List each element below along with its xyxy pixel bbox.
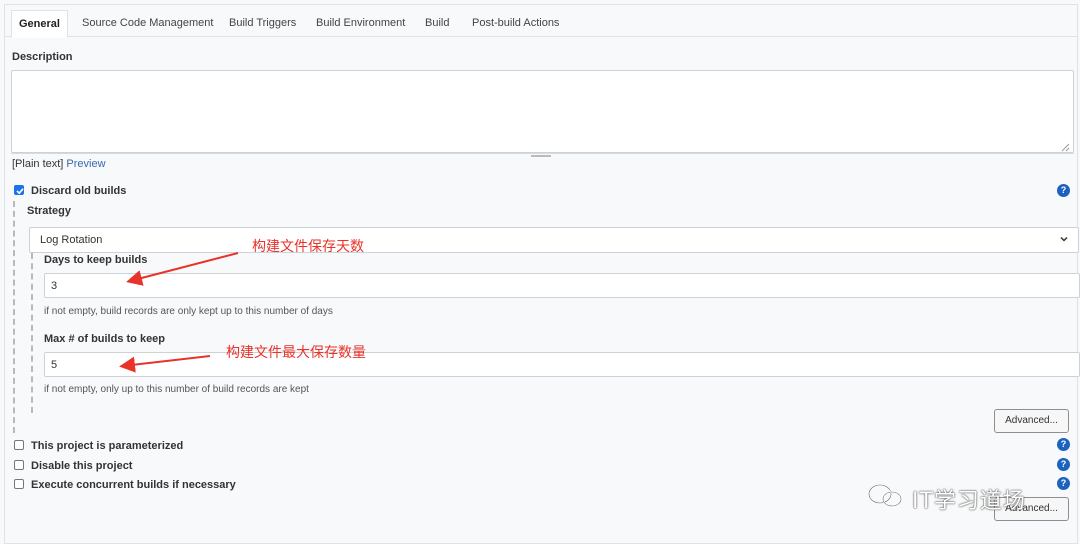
wechat-icon — [868, 484, 902, 507]
annotation-arrows — [119, 252, 239, 373]
annotation-days: 构建文件保存天数 — [252, 239, 364, 255]
arrow-days — [126, 252, 239, 286]
watermark-text: IT学习道场 — [912, 489, 1026, 514]
arrow-max — [119, 355, 211, 373]
annotation-max: 构建文件最大保存数量 — [226, 345, 366, 361]
